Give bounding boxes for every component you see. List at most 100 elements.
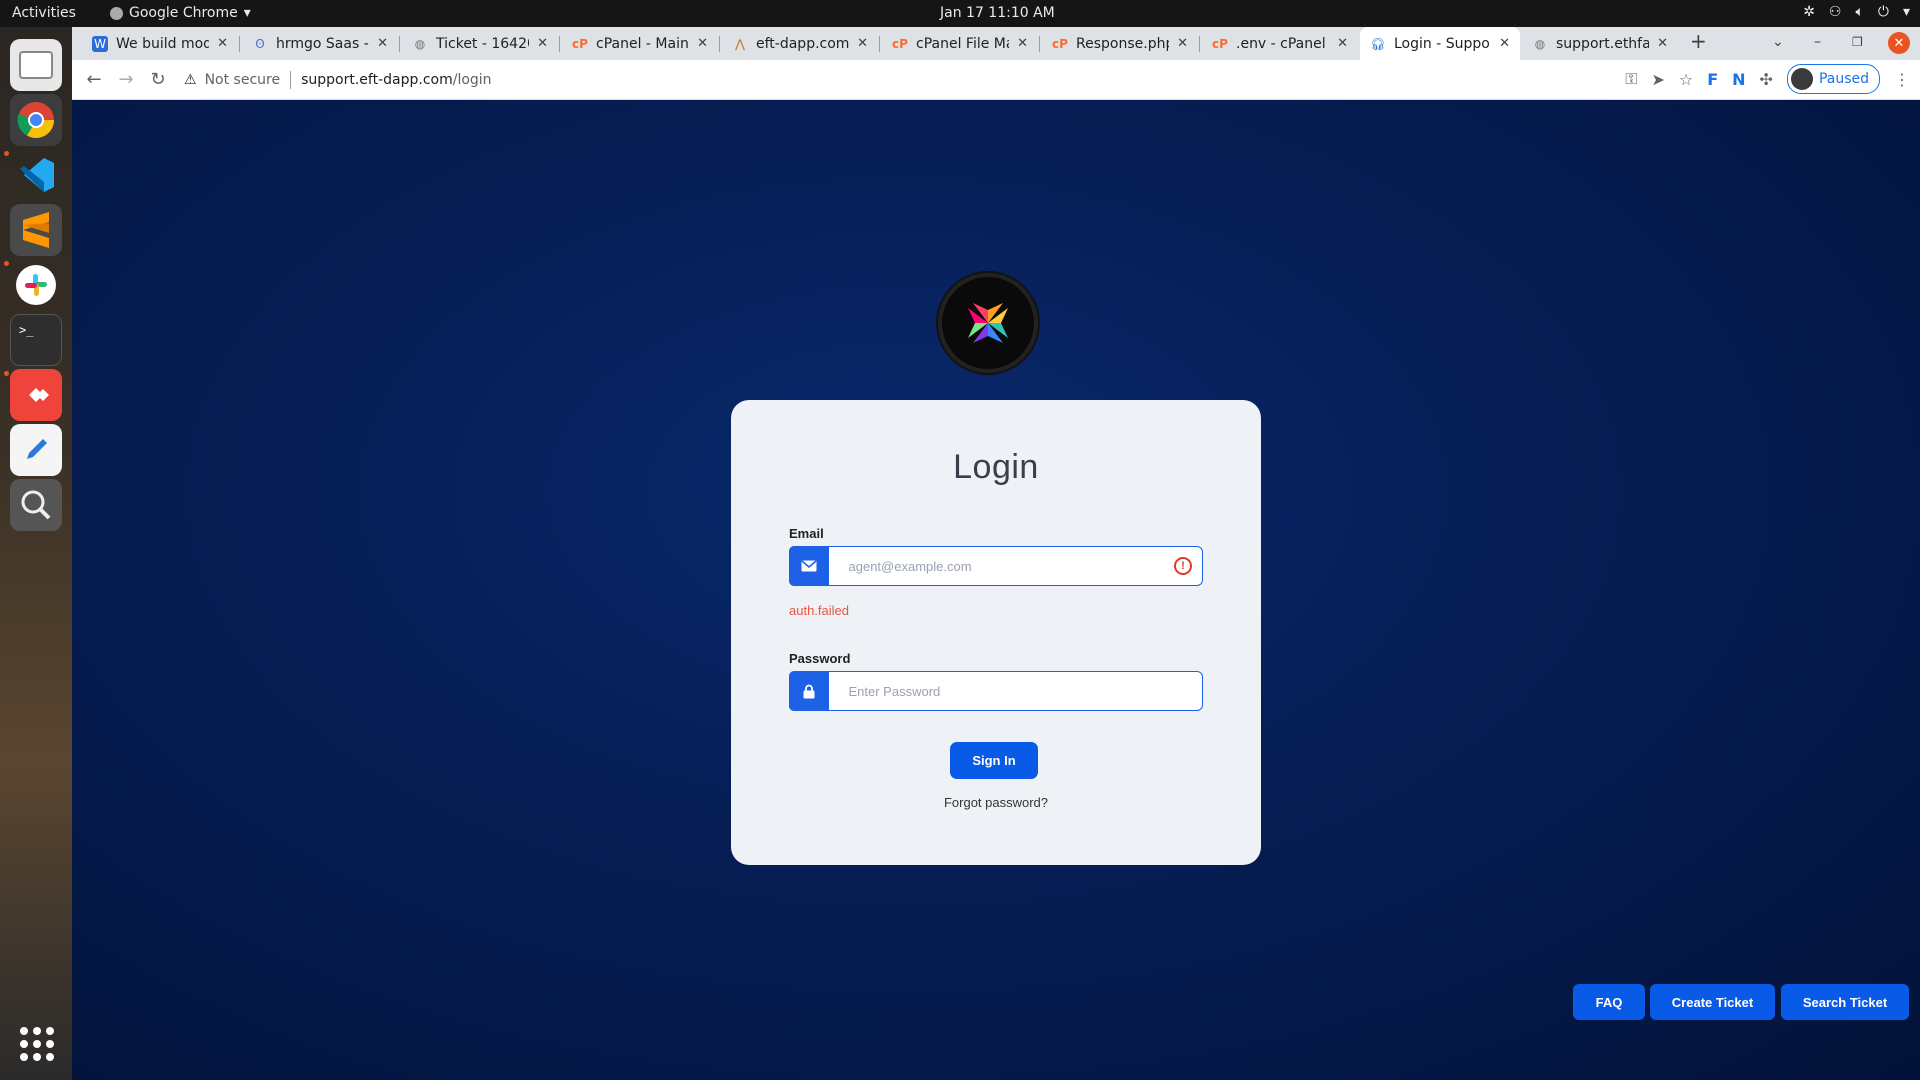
tab[interactable]: cP .env - cPanel F ✕ xyxy=(1202,27,1358,60)
close-tab-icon[interactable]: ✕ xyxy=(1017,36,1028,51)
back-button[interactable]: ← xyxy=(78,64,110,96)
wordpress-icon: W xyxy=(92,35,108,52)
tab-title: eft-dapp.com xyxy=(756,35,850,52)
cpanel-icon: cP xyxy=(572,36,588,51)
tab[interactable]: cP cPanel - Main ✕ xyxy=(562,27,718,60)
close-tab-icon[interactable]: ✕ xyxy=(857,36,868,51)
brand-logo xyxy=(938,273,1038,373)
address-bar[interactable]: ⚠ Not secure support.eft-dapp.com/login xyxy=(184,64,1624,96)
url-path[interactable]: /login xyxy=(453,72,492,88)
tab[interactable]: ◍ Ticket - 16420! ✕ xyxy=(402,27,558,60)
create-ticket-button[interactable]: Create Ticket xyxy=(1650,984,1775,1020)
forward-button[interactable]: → xyxy=(110,64,142,96)
tab[interactable]: ◍ support.ethfa ✕ xyxy=(1522,27,1678,60)
anydesk-icon[interactable] xyxy=(10,369,62,421)
text-editor-icon[interactable] xyxy=(10,424,62,476)
site-icon: ⋀ xyxy=(735,36,745,51)
power-icon[interactable]: ⏻ xyxy=(1878,4,1889,20)
error-icon: ! xyxy=(1174,557,1192,575)
extension-f-icon[interactable]: F xyxy=(1707,70,1718,89)
page-title: Login xyxy=(953,448,1039,486)
clock[interactable]: Jan 17 11:10 AM xyxy=(940,5,1055,21)
network-icon[interactable]: ⚇ xyxy=(1829,4,1842,20)
tab-title: .env - cPanel F xyxy=(1236,35,1330,52)
sign-in-button[interactable]: Sign In xyxy=(950,742,1038,779)
email-label: Email xyxy=(789,526,824,541)
close-tab-icon[interactable]: ✕ xyxy=(1177,36,1188,51)
send-icon[interactable]: ➤ xyxy=(1651,70,1664,89)
network-settings-icon[interactable]: ✲ xyxy=(1803,4,1815,20)
tab-title: hrmgo Saas - [ xyxy=(276,35,370,52)
caret-down-icon: ▾ xyxy=(243,5,251,21)
dock: >_ xyxy=(0,27,72,1080)
close-tab-icon[interactable]: ✕ xyxy=(1499,36,1510,51)
new-tab-button[interactable]: + xyxy=(1690,29,1707,53)
tab-active[interactable]: 🎧︎ Login - Suppo ✕ xyxy=(1360,27,1520,60)
activities-button[interactable]: Activities xyxy=(12,5,76,21)
tab[interactable]: ʘ hrmgo Saas - [ ✕ xyxy=(242,27,398,60)
email-field-wrapper: ! xyxy=(788,546,1203,586)
lock-icon xyxy=(788,671,829,711)
search-ticket-button[interactable]: Search Ticket xyxy=(1781,984,1909,1020)
close-tab-icon[interactable]: ✕ xyxy=(1657,36,1668,51)
tab[interactable]: cP cPanel File Ma ✕ xyxy=(882,27,1038,60)
tab[interactable]: ⋀ eft-dapp.com ✕ xyxy=(722,27,878,60)
tab-title: cPanel - Main xyxy=(596,35,689,52)
cpanel-icon: cP xyxy=(892,36,908,51)
tab[interactable]: W We build mod ✕ xyxy=(82,27,238,60)
show-applications-icon[interactable] xyxy=(20,1027,54,1061)
vscode-icon[interactable] xyxy=(10,149,62,201)
toolbar-actions: ⚿ ➤ ☆ F N ✣ Paused ⋮ xyxy=(1625,64,1910,94)
terminal-icon[interactable]: >_ xyxy=(10,314,62,366)
chrome-small-icon xyxy=(110,6,123,20)
close-tab-icon[interactable]: ✕ xyxy=(217,36,228,51)
system-top-bar: Activities Google Chrome ▾ Jan 17 11:10 … xyxy=(0,0,1920,27)
screenshot-icon[interactable] xyxy=(10,479,62,531)
key-icon[interactable]: ⚿ xyxy=(1625,69,1637,89)
url-host[interactable]: support.eft-dapp.com xyxy=(301,72,453,88)
close-tab-icon[interactable]: ✕ xyxy=(537,36,548,51)
menu-kebab-icon[interactable]: ⋮ xyxy=(1894,70,1910,89)
chrome-icon[interactable] xyxy=(10,94,62,146)
warning-icon[interactable]: ⚠ xyxy=(184,72,197,88)
faq-button[interactable]: FAQ xyxy=(1573,984,1645,1020)
app-menu-label: Google Chrome xyxy=(129,5,238,21)
app-menu[interactable]: Google Chrome ▾ xyxy=(110,5,251,21)
tab-title: Login - Suppo xyxy=(1394,35,1490,52)
tab[interactable]: cP Response.php ✕ xyxy=(1042,27,1198,60)
headset-icon: 🎧︎ xyxy=(1370,36,1386,51)
globe-icon: ◍ xyxy=(414,36,426,51)
page-content: Login Email ! auth.failed Password Sign … xyxy=(72,100,1920,1080)
close-tab-icon[interactable]: ✕ xyxy=(377,36,388,51)
tab-title: We build mod xyxy=(116,35,210,52)
reload-button[interactable]: ↻ xyxy=(142,64,174,96)
system-tray[interactable]: ✲ ⚇ 🔈︎ ⏻ ▾ xyxy=(1803,4,1910,20)
security-label[interactable]: Not secure xyxy=(205,72,281,88)
extensions-puzzle-icon[interactable]: ✣ xyxy=(1760,70,1773,89)
tab-search-icon[interactable]: ⌄ xyxy=(1772,34,1784,50)
volume-icon[interactable]: 🔈︎ xyxy=(1855,4,1863,20)
forgot-password-link[interactable]: Forgot password? xyxy=(731,795,1261,810)
slack-icon[interactable] xyxy=(10,259,62,311)
close-window-button[interactable]: ✕ xyxy=(1888,32,1910,54)
browser-window: W We build mod ✕ ʘ hrmgo Saas - [ ✕ ◍ Ti… xyxy=(72,27,1920,1080)
sublime-text-icon[interactable] xyxy=(10,204,62,256)
chevron-down-icon[interactable]: ▾ xyxy=(1903,4,1910,20)
files-icon[interactable] xyxy=(10,39,62,91)
minimize-button[interactable]: – xyxy=(1814,34,1821,50)
restore-button[interactable]: ❐ xyxy=(1852,35,1863,49)
close-tab-icon[interactable]: ✕ xyxy=(1337,36,1348,51)
tab-title: cPanel File Ma xyxy=(916,35,1010,52)
login-card: Login Email ! auth.failed Password Sign … xyxy=(731,400,1261,865)
email-input[interactable] xyxy=(848,558,1169,574)
avatar xyxy=(1790,68,1813,90)
profile-button[interactable]: Paused xyxy=(1786,64,1880,94)
bookmark-star-icon[interactable]: ☆ xyxy=(1679,70,1693,89)
browser-toolbar: ← → ↻ ⚠ Not secure support.eft-dapp.com /… xyxy=(72,60,1920,100)
extension-n-icon[interactable]: N xyxy=(1732,70,1745,89)
cpanel-icon: cP xyxy=(1052,36,1068,51)
password-input[interactable] xyxy=(848,683,1169,699)
codecanyon-icon: ʘ xyxy=(255,36,265,51)
tab-title: support.ethfa xyxy=(1556,35,1650,52)
close-tab-icon[interactable]: ✕ xyxy=(697,36,708,51)
